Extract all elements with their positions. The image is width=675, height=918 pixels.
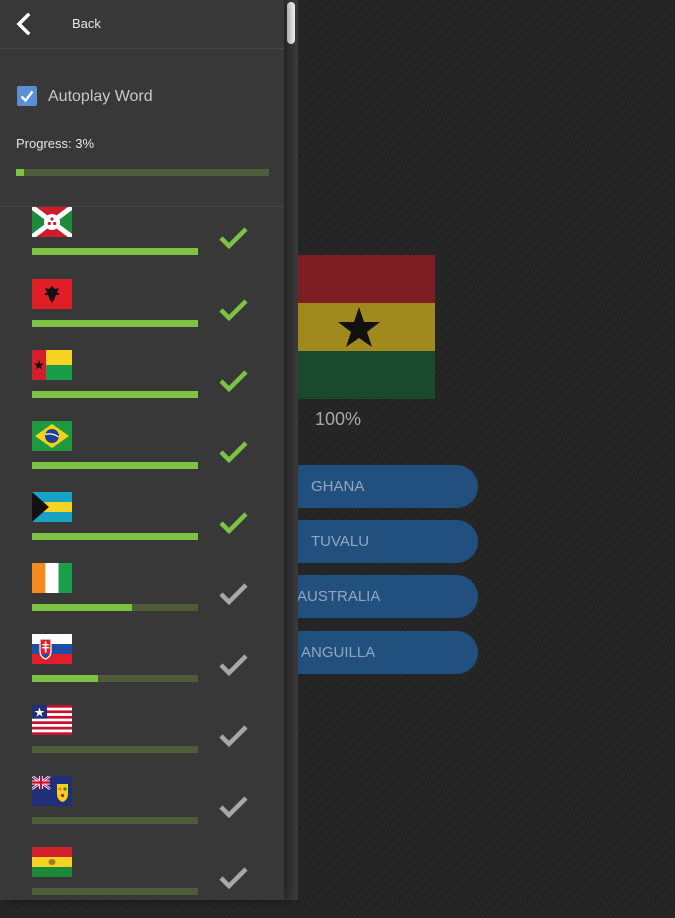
list-item[interactable] [0, 563, 284, 634]
liberia-flag [32, 705, 72, 735]
list-item[interactable] [0, 776, 284, 847]
flag-progress-fill [32, 248, 198, 255]
list-item[interactable] [0, 350, 284, 421]
drawer-scrollbar-track[interactable] [284, 0, 298, 900]
autoplay-checkbox[interactable] [17, 86, 37, 106]
checkmark-icon [219, 299, 248, 322]
slovakia-flag [32, 634, 72, 664]
checkmark-icon [20, 90, 34, 103]
checkmark-icon [219, 227, 248, 250]
burundi-flag [32, 207, 72, 237]
drawer-header: Back [0, 0, 284, 49]
checkmark-icon [219, 725, 248, 748]
list-item[interactable] [0, 634, 284, 705]
list-item[interactable] [0, 492, 284, 563]
flag-progress-fill [32, 604, 132, 611]
flag-progress-fill [32, 391, 198, 398]
flag-progress-bar [32, 533, 198, 540]
back-button[interactable]: Back [72, 16, 101, 31]
flag-progress-bar [32, 746, 198, 753]
flag-progress-bar [32, 320, 198, 327]
overall-progress-fill [16, 169, 24, 176]
flag-progress-fill [32, 533, 198, 540]
flag-progress-fill [32, 462, 198, 469]
checkmark-icon [219, 583, 248, 606]
progress-label: Progress: 3% [16, 136, 95, 151]
brazil-flag [32, 421, 72, 451]
bolivia-flag [32, 847, 72, 877]
checkmark-icon [219, 796, 248, 819]
back-arrow-icon[interactable] [14, 13, 34, 35]
checkmark-icon [219, 654, 248, 677]
list-item[interactable] [0, 421, 284, 492]
flag-progress-bar [32, 462, 198, 469]
guinea-bissau-flag [32, 350, 72, 380]
flag-progress-bar [32, 817, 198, 824]
list-item[interactable] [0, 705, 284, 776]
autoplay-label[interactable]: Autoplay Word [48, 88, 153, 106]
score-percent: 100% [314, 409, 362, 429]
flag-progress-bar [32, 888, 198, 895]
flag-progress-fill [32, 320, 198, 327]
turks-and-caicos-flag [32, 776, 72, 806]
checkmark-icon [219, 370, 248, 393]
ivory-coast-flag [32, 563, 72, 593]
flag-progress-bar [32, 391, 198, 398]
checkmark-icon [219, 867, 248, 890]
ghana-flag [282, 255, 435, 399]
drawer-scrollbar-thumb[interactable] [287, 2, 295, 44]
side-drawer: Back Autoplay Word Progress: 3% [0, 0, 284, 900]
list-item[interactable] [0, 279, 284, 350]
star-icon [337, 307, 380, 347]
flag-progress-bar [32, 604, 198, 611]
bahamas-flag [32, 492, 72, 522]
checkmark-icon [219, 512, 248, 535]
list-item[interactable] [0, 847, 284, 918]
albania-flag [32, 279, 72, 309]
flag-progress-fill [32, 675, 99, 682]
flag-progress-bar [32, 248, 198, 255]
flag-progress-bar [32, 675, 198, 682]
checkmark-icon [219, 441, 248, 464]
overall-progress-bar [16, 169, 269, 176]
list-item[interactable] [0, 207, 284, 278]
